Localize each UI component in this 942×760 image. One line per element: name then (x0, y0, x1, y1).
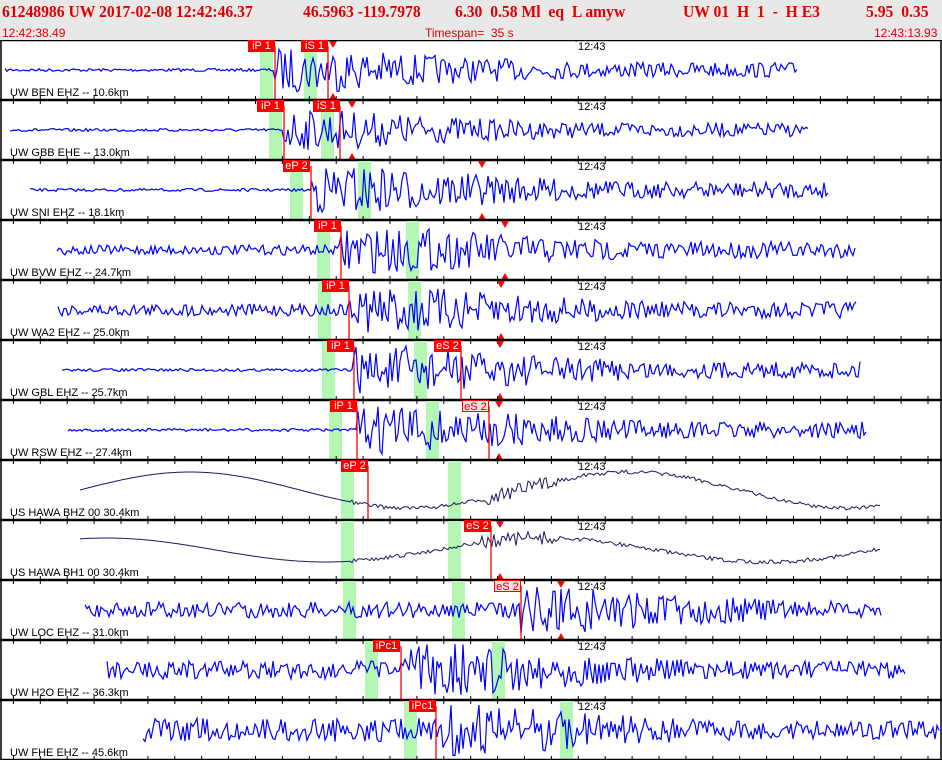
amplitude-marker-icon (496, 521, 504, 528)
event-header: 61248986 UW 2017-02-08 12:42:46.37 46.59… (0, 0, 942, 40)
phase-pick-label[interactable]: iP 1 (327, 340, 354, 352)
phase-pick-label[interactable]: iP 1 (330, 400, 357, 412)
minute-mark: 12:43 (578, 281, 606, 293)
minute-mark: 12:43 (578, 701, 606, 713)
phase-pick-label[interactable]: iS 1 (301, 40, 328, 52)
waveform-trace (9, 109, 809, 151)
channel-label[interactable]: US HAWA BH1 00 30.4km (10, 567, 139, 579)
channel-label[interactable]: UW SNI EHZ -- 18.1km (10, 207, 124, 219)
channel-label[interactable]: UW BEN EHZ -- 10.6km (10, 87, 129, 99)
phase-pick-label[interactable]: iP 1 (257, 100, 284, 112)
waveform-trace (84, 587, 882, 634)
travel-time-window (341, 521, 354, 579)
minute-mark: 12:43 (578, 401, 606, 413)
channel-label[interactable]: US HAWA BHZ 00 30.4km (10, 507, 139, 519)
amplitude-marker-icon (501, 221, 509, 228)
waveform-trace (79, 530, 881, 565)
minute-mark: 12:43 (578, 41, 606, 53)
minute-mark: 12:43 (578, 581, 606, 593)
phase-pick-label[interactable]: eP 2 (341, 460, 368, 472)
minute-mark: 12:43 (578, 101, 606, 113)
event-errors: 5.95 0.35 (866, 2, 929, 21)
amplitude-marker-icon (478, 161, 486, 168)
channel-label[interactable]: UW BVW EHZ -- 24.7km (10, 267, 131, 279)
event-source: UW 01 H 1 - H E3 (683, 2, 821, 21)
event-location: 46.5963 -119.7978 (303, 2, 421, 21)
amplitude-marker-icon (348, 101, 356, 108)
phase-pick-label[interactable]: iP 1 (314, 220, 341, 232)
timespan: Timespan= 35 s (425, 26, 514, 40)
phase-pick-label[interactable]: eS 2 (434, 340, 461, 352)
amplitude-marker-icon (497, 281, 505, 288)
amplitude-marker-icon (557, 581, 565, 588)
channel-label[interactable]: UW GBL EHZ -- 25.7km (10, 387, 128, 399)
phase-pick-label[interactable]: iPc1 (373, 640, 400, 652)
phase-pick-label[interactable]: eS 2 (464, 520, 491, 532)
channel-label[interactable]: UW GBB EHE -- 13.0km (10, 147, 130, 159)
channel-label[interactable]: UW RSW EHZ -- 27.4km (10, 447, 132, 459)
end-time: 12:43:13.93 (874, 26, 938, 40)
phase-pick-label[interactable]: iPc1 (409, 700, 436, 712)
start-time: 12:42:38.49 (2, 26, 66, 40)
waveform-trace (4, 47, 798, 93)
minute-mark: 12:43 (578, 521, 606, 533)
waveform-trace (56, 227, 856, 274)
travel-time-window (426, 401, 439, 459)
event-magnitude: 6.30 0.58 Ml eq L amyw (455, 2, 626, 21)
amplitude-marker-icon (329, 41, 337, 48)
channel-label[interactable]: UW H2O EHZ -- 36.3km (10, 687, 129, 699)
amplitude-marker-icon (495, 401, 503, 408)
travel-time-window (448, 521, 461, 579)
phase-pick-label[interactable]: iP 1 (248, 40, 275, 52)
waveform-trace (29, 168, 829, 214)
phase-pick-label[interactable]: eS 2 (494, 580, 521, 593)
waveform-trace (57, 288, 857, 333)
phase-pick-label[interactable]: iP 1 (322, 280, 349, 292)
travel-time-window (448, 461, 461, 519)
waveform-trace (79, 469, 881, 511)
minute-mark: 12:43 (578, 221, 606, 233)
amplitude-marker-icon (496, 341, 504, 348)
waveform-trace (67, 406, 867, 456)
minute-mark: 12:43 (578, 341, 606, 353)
channel-label[interactable]: UW FHE EHZ -- 45.6km (10, 747, 128, 759)
channel-label[interactable]: UW LOC EHZ -- 31.0km (10, 627, 129, 639)
minute-mark: 12:43 (578, 461, 606, 473)
phase-pick-label[interactable]: eS 2 (462, 400, 489, 413)
phase-pick-label[interactable]: iS 1 (313, 100, 340, 112)
minute-mark: 12:43 (578, 641, 606, 653)
waveform-trace (142, 704, 940, 757)
channel-label[interactable]: UW WA2 EHZ -- 25.0km (10, 327, 129, 339)
event-id: 61248986 UW 2017-02-08 12:42:46.37 (2, 2, 253, 21)
phase-pick-label[interactable]: eP 2 (283, 160, 310, 172)
waveform-trace (106, 644, 906, 695)
minute-mark: 12:43 (578, 161, 606, 173)
